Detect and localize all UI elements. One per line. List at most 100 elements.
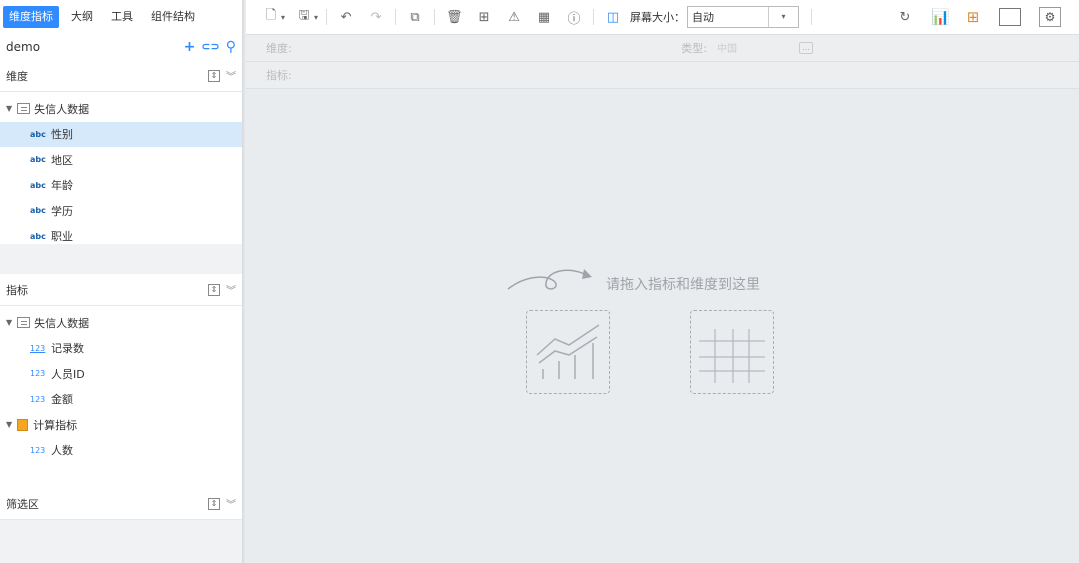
field-item[interactable]: abc 地区 xyxy=(0,147,242,173)
table-name: 失信人数据 xyxy=(34,316,90,330)
text-type-icon: abc xyxy=(30,129,46,139)
field-item[interactable]: 123 记录数 xyxy=(0,336,242,362)
gear-icon[interactable]: ⚙ xyxy=(1039,7,1061,27)
screen-size-value: 自动 xyxy=(692,11,715,24)
field-item[interactable]: abc 性别 xyxy=(0,121,242,147)
layout-grid-icon[interactable]: ⊞ xyxy=(476,10,492,25)
index-drop-label: 指标: xyxy=(266,69,292,82)
refresh-icon[interactable]: ↻ xyxy=(897,10,913,25)
index-title: 指标 xyxy=(6,283,28,297)
filter-section: 筛选区 ⇕ ︾ xyxy=(0,488,242,520)
field-name: 人数 xyxy=(51,444,73,458)
expand-triangle-icon[interactable]: ▼ xyxy=(6,104,12,113)
field-item[interactable]: 123 金额 xyxy=(0,387,242,413)
dimension-drop-label: 维度: xyxy=(266,42,292,55)
table-name: 失信人数据 xyxy=(34,102,90,116)
field-item[interactable]: 123 人数 xyxy=(0,438,242,464)
redo-icon[interactable]: ↷ xyxy=(368,10,384,25)
chart-icon xyxy=(536,324,600,379)
screen-size-select[interactable]: 自动 ▾ xyxy=(687,6,800,28)
chart-drop-box[interactable] xyxy=(526,310,610,394)
save-icon[interactable]: 🖫 xyxy=(296,6,312,28)
main-area: 🗋 ▾ 🖫 ▾ ↶ ↷ ⧉ 🗑 ⊞ ⚠ ▦ ⓘ ◫ 屏幕大小： 自动 ▾ ↻ 📊… xyxy=(246,0,1079,563)
field-name: 人员ID xyxy=(51,367,85,381)
table-drop-box[interactable] xyxy=(690,310,774,394)
grid-icon[interactable]: ⊞ xyxy=(965,8,981,26)
expand-triangle-icon[interactable]: ▼ xyxy=(6,420,12,429)
toolbar-divider xyxy=(395,9,397,25)
field-name: 年龄 xyxy=(51,179,73,193)
expand-collapse-icon[interactable]: ⇕ xyxy=(208,69,220,82)
drag-arrow-icon xyxy=(507,269,592,290)
chevron-down-icon[interactable]: ▾ xyxy=(768,7,798,27)
type-label: 类型: xyxy=(681,42,707,55)
number-type-icon: 123 xyxy=(30,369,46,379)
puzzle-icon[interactable]: ⧉ xyxy=(407,10,423,25)
field-item[interactable]: abc 职业 xyxy=(0,224,242,250)
number-type-icon: 123 xyxy=(30,445,46,455)
hide-icon[interactable] xyxy=(999,8,1021,26)
dimension-drop-row[interactable]: 维度: 类型: 中国 … xyxy=(246,35,1079,62)
search-icon[interactable]: ⚲ xyxy=(226,40,236,54)
drop-hint: 请拖入指标和维度到这里 xyxy=(606,277,760,293)
toolbar-divider xyxy=(593,9,595,25)
text-type-icon: abc xyxy=(30,155,46,165)
chevron-down-icon[interactable]: ︾ xyxy=(226,282,236,297)
index-drop-row[interactable]: 指标: xyxy=(246,62,1079,89)
field-name: 金额 xyxy=(51,393,73,407)
field-name: 地区 xyxy=(51,153,73,167)
tab-dimension-index[interactable]: 维度指标 xyxy=(3,6,59,28)
chevron-down-icon[interactable]: ▾ xyxy=(314,13,318,22)
table-grid-icon xyxy=(699,329,765,383)
type-input[interactable]: 中国 xyxy=(713,40,793,56)
field-item[interactable]: abc 学历 xyxy=(0,198,242,224)
field-item[interactable]: abc 年龄 xyxy=(0,173,242,199)
dimension-header: 维度 ⇕ ︾ xyxy=(0,60,242,92)
toolbar-divider xyxy=(811,9,813,25)
chevron-down-icon[interactable]: ︾ xyxy=(226,68,236,83)
toolbar: 🗋 ▾ 🖫 ▾ ↶ ↷ ⧉ 🗑 ⊞ ⚠ ▦ ⓘ ◫ 屏幕大小： 自动 ▾ ↻ 📊… xyxy=(246,0,1079,35)
field-name: 学历 xyxy=(51,204,73,218)
field-name: 性别 xyxy=(51,128,73,142)
tab-tools[interactable]: 工具 xyxy=(105,6,139,28)
tab-component-structure[interactable]: 组件结构 xyxy=(145,6,201,28)
new-file-icon[interactable]: 🗋 xyxy=(263,6,279,28)
warning-icon[interactable]: ⚠ xyxy=(506,10,522,25)
toolbar-divider xyxy=(434,9,436,25)
field-name: 记录数 xyxy=(51,342,84,356)
calc-group-name: 计算指标 xyxy=(33,418,78,432)
more-icon[interactable]: … xyxy=(799,42,813,54)
table-node[interactable]: ▼ 失信人数据 xyxy=(0,310,242,336)
canvas-area[interactable]: 请拖入指标和维度到这里 xyxy=(246,100,1079,563)
chevron-down-icon[interactable]: ▾ xyxy=(281,13,285,22)
field-item[interactable]: 123 人员ID xyxy=(0,361,242,387)
link-icon[interactable]: ⊂⊃ xyxy=(201,40,219,54)
chevron-down-icon[interactable]: ︾ xyxy=(226,496,236,511)
delete-icon[interactable]: 🗑 xyxy=(446,10,463,25)
undo-icon[interactable]: ↶ xyxy=(338,10,354,25)
datasource-name: demo xyxy=(6,40,41,54)
filter-title: 筛选区 xyxy=(6,497,39,511)
datasource-bar: demo + ⊂⊃ ⚲ xyxy=(0,34,242,60)
text-type-icon: abc xyxy=(30,180,46,190)
index-tree: ▼ 失信人数据 123 记录数 123 人员ID 123 金额 ▼ 计算指标 1… xyxy=(0,306,242,488)
field-name: 职业 xyxy=(51,230,73,244)
calculator-icon[interactable]: ▦ xyxy=(536,10,552,25)
screen-layout-icon[interactable]: ◫ xyxy=(605,10,621,25)
expand-triangle-icon[interactable]: ▼ xyxy=(6,318,12,327)
table-node[interactable]: ▼ 失信人数据 xyxy=(0,96,242,122)
expand-collapse-icon[interactable]: ⇕ xyxy=(208,283,220,296)
tab-outline[interactable]: 大纲 xyxy=(65,6,99,28)
text-type-icon: abc xyxy=(30,206,46,216)
index-header: 指标 ⇕ ︾ xyxy=(0,274,242,306)
number-type-icon: 123 xyxy=(30,343,46,353)
index-section: 指标 ⇕ ︾ ▼ 失信人数据 123 记录数 123 人员ID 123 金额 ▼… xyxy=(0,274,242,488)
info-icon[interactable]: ⓘ xyxy=(566,8,582,27)
panel-tabs: 维度指标 大纲 工具 组件结构 xyxy=(0,0,242,34)
calc-group-node[interactable]: ▼ 计算指标 xyxy=(0,412,242,438)
bar-chart-icon[interactable]: 📊 xyxy=(931,8,950,26)
expand-collapse-icon[interactable]: ⇕ xyxy=(208,497,220,510)
dimension-tree: ▼ 失信人数据 abc 性别 abc 地区 abc 年龄 abc 学历 abc xyxy=(0,92,242,244)
add-icon[interactable]: + xyxy=(184,40,196,54)
table-icon xyxy=(17,317,31,329)
